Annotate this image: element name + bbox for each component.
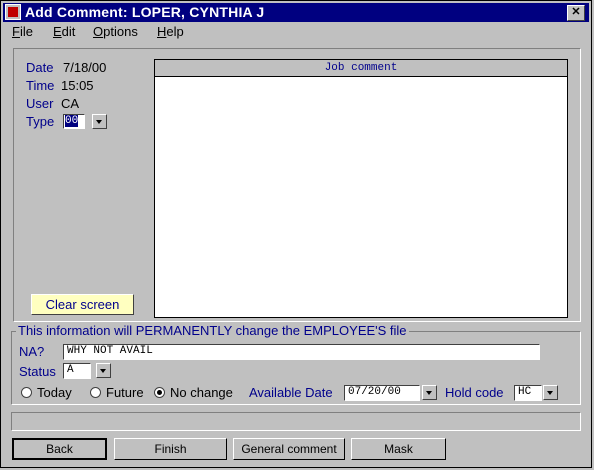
type-dropdown-button[interactable] bbox=[92, 114, 107, 129]
clear-screen-button[interactable]: Clear screen bbox=[31, 294, 134, 315]
radio-no-change[interactable] bbox=[154, 387, 165, 398]
radio-future[interactable] bbox=[90, 387, 101, 398]
menu-options[interactable]: Options bbox=[93, 24, 138, 39]
hold-code-dropdown-button[interactable] bbox=[543, 385, 558, 400]
app-icon[interactable] bbox=[5, 4, 21, 20]
radio-no-change-label[interactable]: No change bbox=[170, 385, 233, 400]
available-date-input[interactable]: 07/20/00 bbox=[344, 385, 420, 401]
user-label: User bbox=[26, 96, 54, 111]
job-comment-box[interactable]: Job comment bbox=[154, 59, 568, 318]
back-button[interactable]: Back bbox=[12, 438, 107, 460]
menu-bar: File Edit Options Help bbox=[3, 23, 589, 41]
add-comment-window: Add Comment: LOPER, CYNTHIA J ✕ File Edi… bbox=[0, 0, 592, 468]
menu-help[interactable]: Help bbox=[157, 24, 184, 39]
hold-code-select[interactable]: HC bbox=[514, 385, 542, 401]
finish-button[interactable]: Finish bbox=[114, 438, 227, 460]
date-label: Date bbox=[26, 60, 54, 75]
time-label: Time bbox=[26, 78, 55, 93]
title-bar[interactable]: Add Comment: LOPER, CYNTHIA J ✕ bbox=[3, 3, 589, 22]
available-date-dropdown-button[interactable] bbox=[422, 385, 437, 400]
date-value: 7/18/00 bbox=[63, 60, 107, 75]
na-input[interactable]: WHY NOT AVAIL bbox=[63, 344, 540, 360]
job-comment-header: Job comment bbox=[155, 60, 567, 77]
hold-code-label: Hold code bbox=[445, 385, 504, 400]
menu-file[interactable]: File bbox=[12, 24, 33, 39]
radio-future-label[interactable]: Future bbox=[106, 385, 144, 400]
user-value: CA bbox=[61, 96, 80, 111]
menu-edit[interactable]: Edit bbox=[53, 24, 75, 39]
available-date-label: Available Date bbox=[249, 385, 333, 400]
time-value: 15:05 bbox=[61, 78, 94, 93]
na-label: NA? bbox=[19, 344, 45, 359]
status-bar bbox=[11, 412, 581, 431]
job-comment-text[interactable] bbox=[159, 80, 563, 313]
type-select[interactable]: 00 bbox=[63, 114, 85, 129]
type-label: Type bbox=[26, 114, 55, 129]
employee-info-legend: This information will PERMANENTLY change… bbox=[16, 323, 409, 338]
status-select[interactable]: A bbox=[63, 363, 91, 379]
status-label: Status bbox=[19, 364, 56, 379]
type-value: 00 bbox=[65, 115, 79, 127]
status-dropdown-button[interactable] bbox=[96, 363, 111, 378]
radio-today-label[interactable]: Today bbox=[37, 385, 72, 400]
window-title: Add Comment: LOPER, CYNTHIA J bbox=[25, 4, 265, 20]
mask-button[interactable]: Mask bbox=[351, 438, 446, 460]
close-button[interactable]: ✕ bbox=[567, 5, 585, 21]
general-comment-button[interactable]: General comment bbox=[233, 438, 345, 460]
radio-today[interactable] bbox=[21, 387, 32, 398]
